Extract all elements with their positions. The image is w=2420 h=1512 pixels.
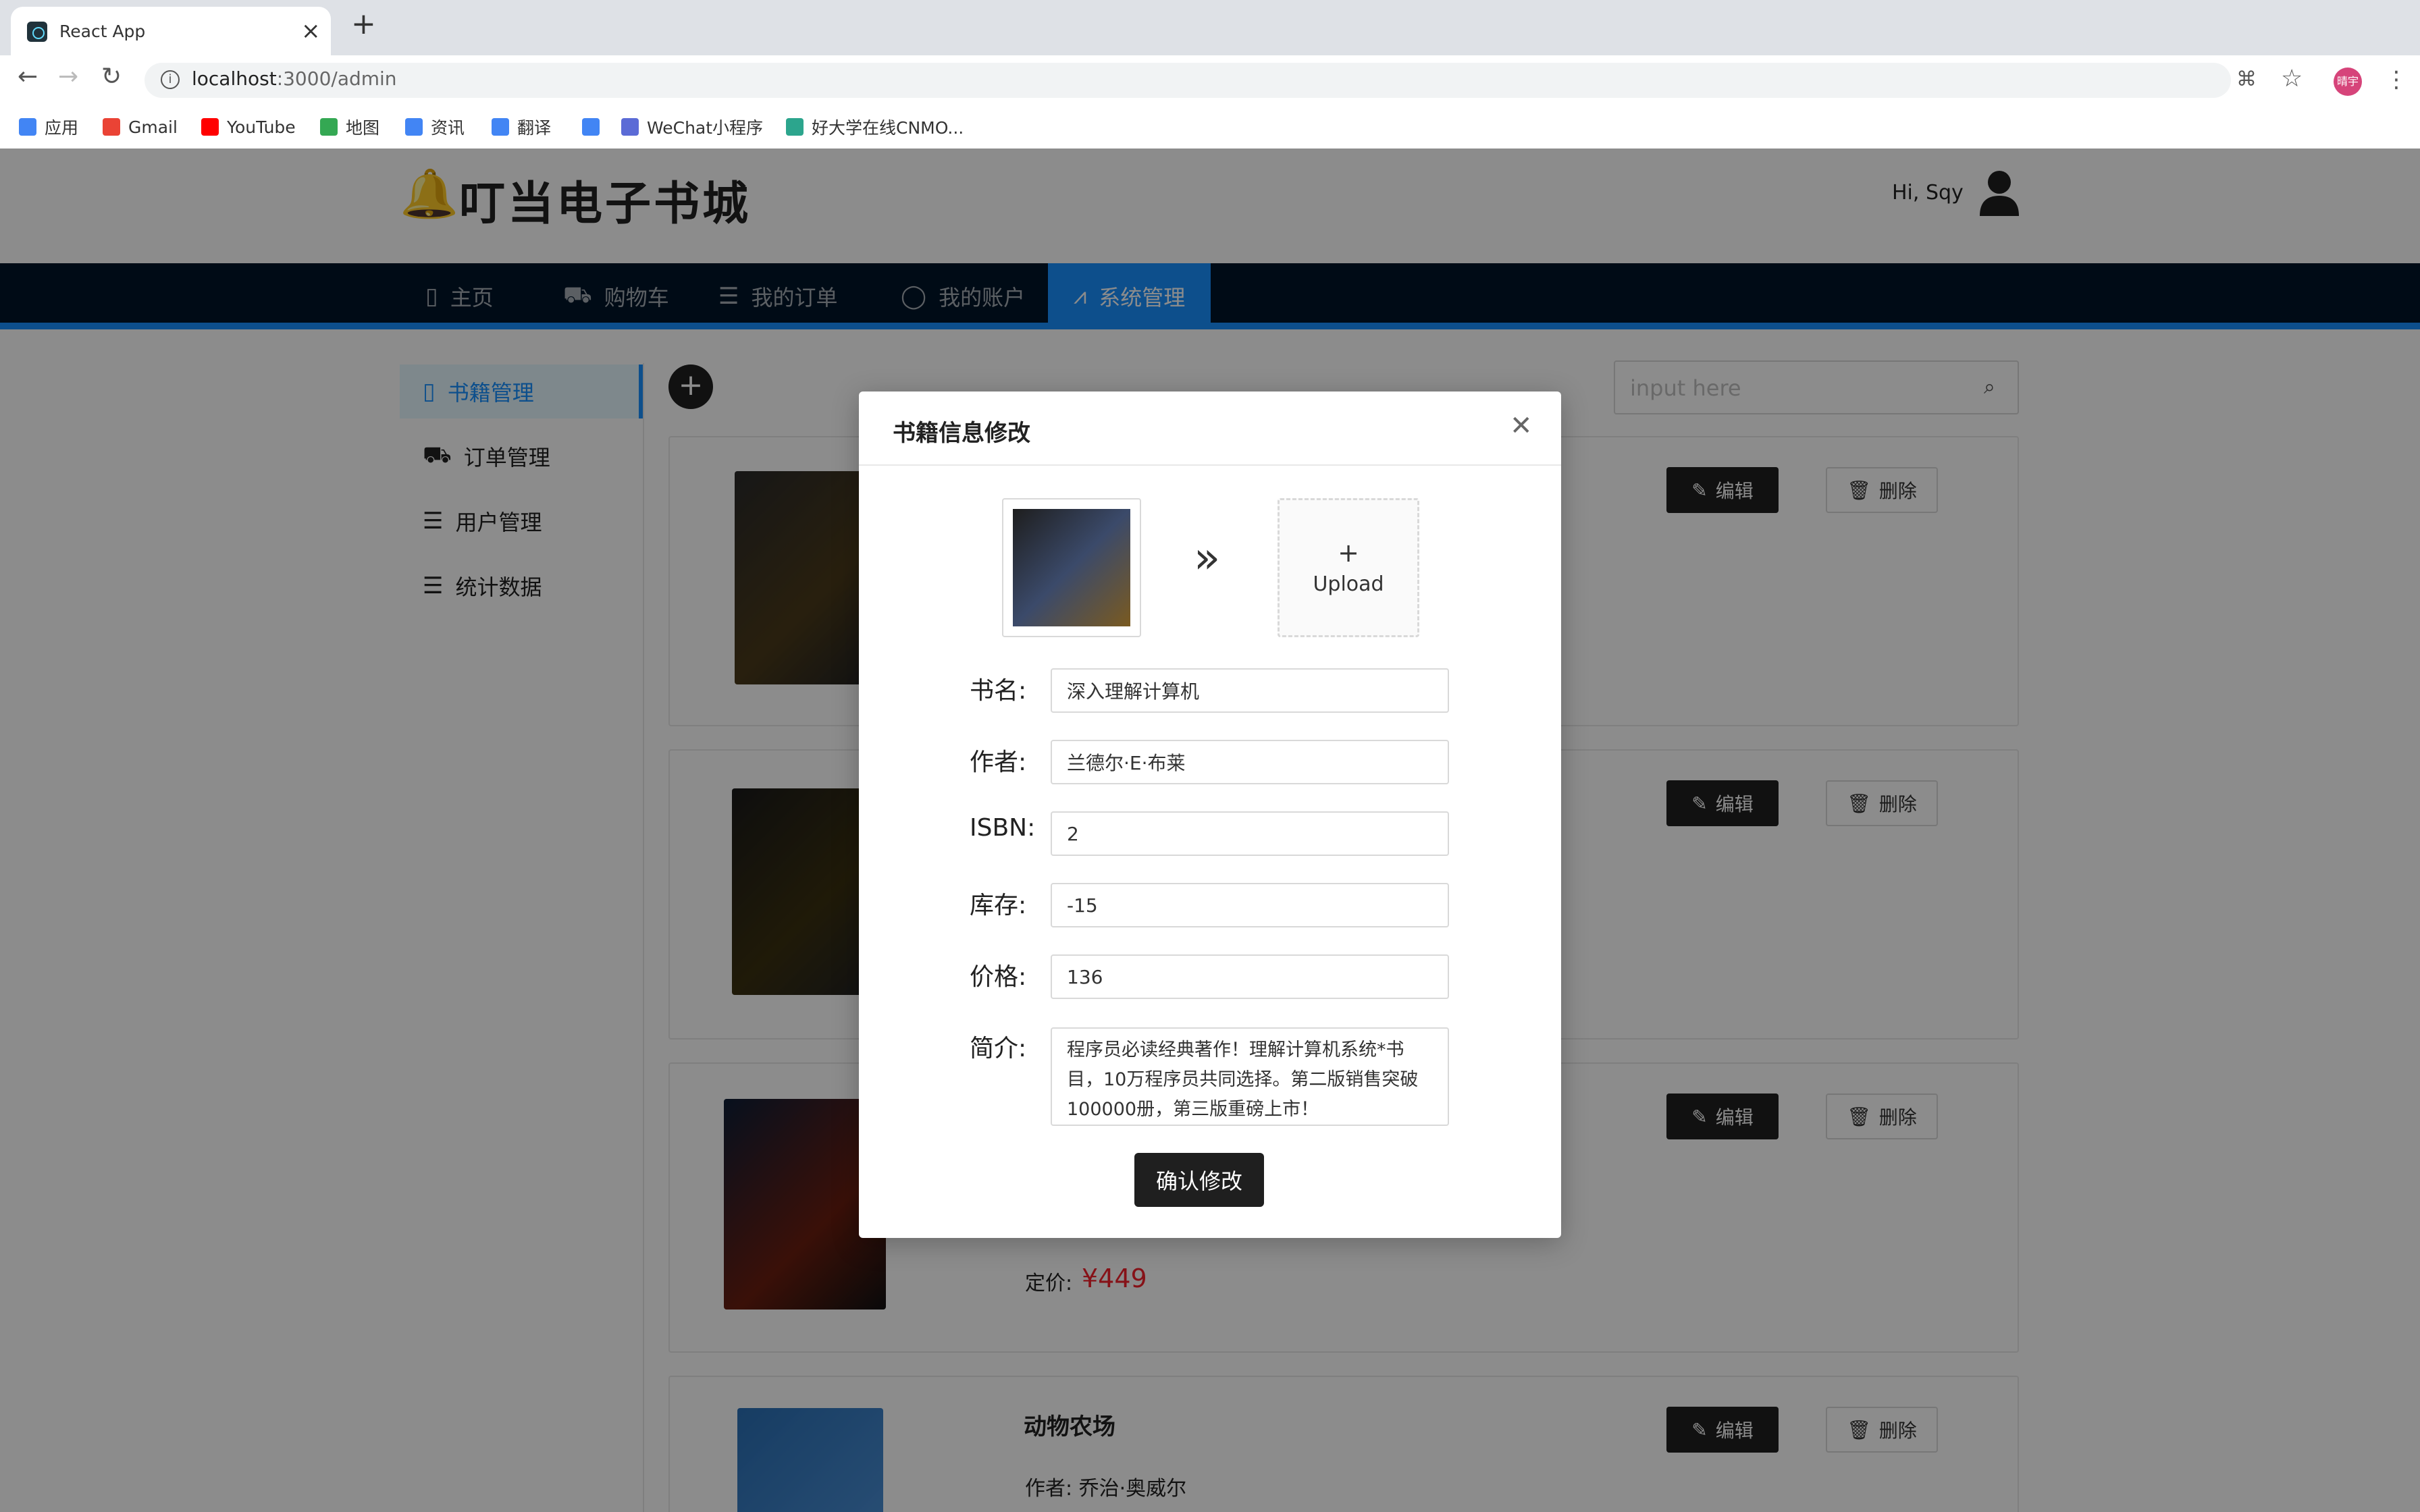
- confirm-edit-button[interactable]: 确认修改: [1134, 1153, 1264, 1207]
- modal-title: 书籍信息修改: [893, 420, 1030, 447]
- isbn-label: ISBN:: [970, 814, 1036, 842]
- bookmark-item[interactable]: [582, 115, 608, 139]
- intro-label: 简介:: [970, 1035, 1027, 1062]
- forward-arrow-icon[interactable]: →: [58, 65, 78, 89]
- cnmooc-icon: [786, 118, 804, 136]
- bookmark-label: 翻译: [517, 118, 552, 138]
- gmail-icon: [103, 118, 120, 136]
- bookmark-item[interactable]: 应用: [19, 115, 78, 139]
- browser-menu-icon[interactable]: ⋮: [2385, 66, 2408, 93]
- bookmark-item[interactable]: 地图: [320, 115, 379, 139]
- current-cover-thumbnail[interactable]: [1002, 498, 1141, 637]
- bookmark-label: 应用: [45, 118, 79, 138]
- tab-title: React App: [59, 22, 146, 41]
- apps-grid-icon: [19, 118, 36, 136]
- youtube-icon: [201, 118, 219, 136]
- profile-avatar[interactable]: 晴宇: [2334, 68, 2362, 96]
- stock-field[interactable]: [1051, 883, 1449, 927]
- tab-close-icon[interactable]: ×: [301, 18, 321, 45]
- book-name-field[interactable]: [1051, 668, 1449, 713]
- browser-tab[interactable]: React App ×: [11, 7, 331, 55]
- double-chevron-right-icon: »: [1194, 533, 1221, 583]
- google-icon: [582, 118, 600, 136]
- wechat-miniprogram-icon: [621, 118, 639, 136]
- bookmark-label: 资讯: [431, 118, 465, 138]
- bookmark-label: YouTube: [227, 117, 296, 137]
- upload-button[interactable]: + Upload: [1278, 498, 1419, 637]
- bookmark-star-icon[interactable]: ☆: [2281, 65, 2303, 92]
- address-bar[interactable]: [144, 63, 2231, 98]
- price-label: 价格:: [970, 963, 1027, 991]
- upload-label: Upload: [1313, 572, 1384, 596]
- bookmark-item[interactable]: 好大学在线CNMO...: [786, 115, 964, 139]
- reload-icon[interactable]: ↻: [101, 65, 122, 89]
- name-label: 书名:: [970, 677, 1027, 705]
- modal-divider: [859, 464, 1561, 466]
- stock-label: 库存:: [970, 892, 1027, 919]
- url-text[interactable]: localhost:3000/admin: [192, 68, 397, 90]
- translate-icon: [492, 118, 509, 136]
- maps-icon: [320, 118, 338, 136]
- bookmark-item[interactable]: 资讯: [405, 115, 465, 139]
- bookmark-item[interactable]: Gmail: [103, 115, 178, 139]
- plus-icon: +: [1338, 537, 1359, 568]
- author-label: 作者:: [970, 749, 1027, 776]
- new-tab-icon[interactable]: +: [351, 9, 376, 39]
- back-arrow-icon[interactable]: ←: [18, 65, 38, 89]
- site-info-icon[interactable]: i: [161, 70, 180, 89]
- bookmark-label: 好大学在线CNMO...: [812, 118, 964, 138]
- news-icon: [405, 118, 423, 136]
- close-icon[interactable]: ✕: [1510, 410, 1533, 441]
- bookmark-label: WeChat小程序: [647, 118, 764, 138]
- intro-textarea[interactable]: 程序员必读经典著作！理解计算机系统*书目，10万程序员共同选择。第二版销售突破1…: [1051, 1027, 1449, 1126]
- bookmark-item[interactable]: 翻译: [492, 115, 551, 139]
- isbn-field[interactable]: [1051, 811, 1449, 856]
- react-favicon-icon: [27, 22, 47, 42]
- bookmark-label: 地图: [346, 118, 380, 138]
- translate-page-icon[interactable]: ⌘: [2236, 68, 2257, 91]
- bookmark-label: Gmail: [128, 117, 178, 137]
- book-cover-image: [1013, 509, 1130, 626]
- price-field[interactable]: [1051, 954, 1449, 999]
- bookmark-item[interactable]: WeChat小程序: [621, 115, 763, 139]
- author-field[interactable]: [1051, 740, 1449, 784]
- bookmark-item[interactable]: YouTube: [201, 115, 296, 139]
